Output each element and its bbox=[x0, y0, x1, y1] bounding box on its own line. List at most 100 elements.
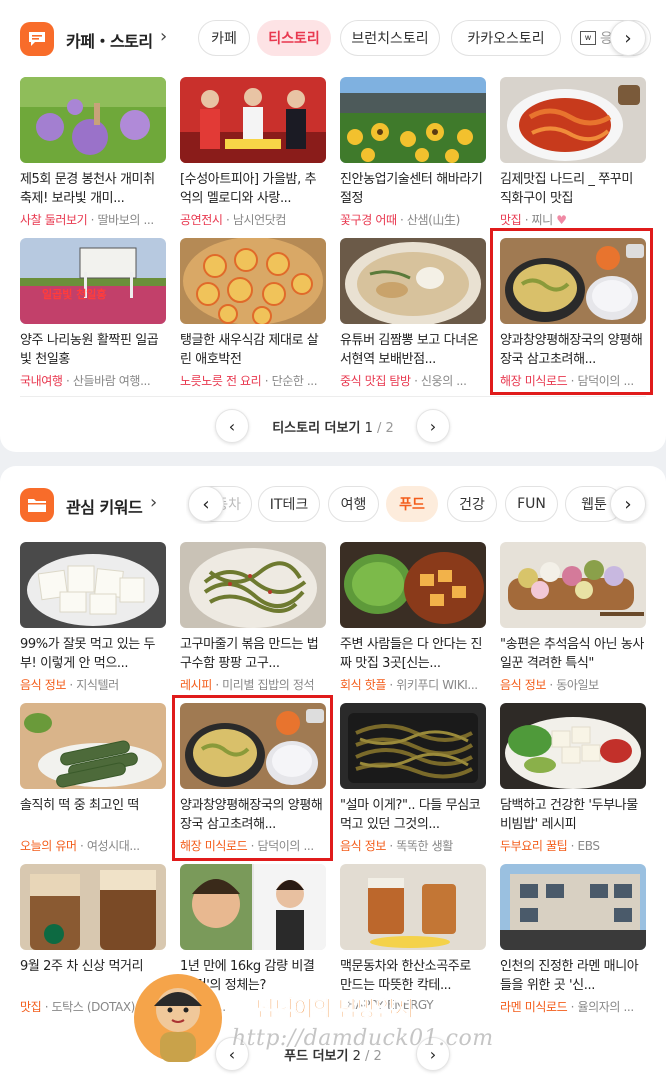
item-tag: 회식 핫플 bbox=[340, 678, 386, 692]
item-title: 인천의 진정한 라멘 매니아들을 위한 곳 '신... bbox=[500, 959, 639, 993]
item-source: 산샘(山生) bbox=[406, 213, 460, 227]
item-title: [수성아트피아] 가을밤, 추억의 멜로디와 사랑... bbox=[180, 172, 317, 206]
thumbnail bbox=[180, 864, 326, 950]
pager-total: / 2 bbox=[377, 421, 394, 436]
list-item[interactable]: 일곱빛 천일홍 양주 나리농원 활짝핀 일곱 빛 천일홍 국내여행 · 산들바람… bbox=[20, 238, 166, 389]
item-tag: 맛집 bbox=[500, 213, 522, 227]
list-item[interactable]: 담백하고 건강한 '두부나물 비빔밥' 레시피 두부요리 꿀팁 · EBS bbox=[500, 703, 646, 854]
thumbnail bbox=[20, 703, 166, 789]
item-tag: 레시피 bbox=[180, 678, 212, 692]
chip-fun[interactable]: FUN bbox=[505, 486, 558, 522]
pager-label: 푸드 더보기 bbox=[284, 1049, 349, 1064]
item-meta: 국내여행 · 산들바람 여행... bbox=[20, 374, 151, 388]
watermark-avatar-icon bbox=[134, 970, 222, 1066]
chip-cafe[interactable]: 카페 bbox=[198, 20, 250, 56]
thumbnail bbox=[180, 238, 326, 324]
item-title: 맥문동차와 한산소곡주로 만드는 따뜻한 칵테... bbox=[340, 959, 471, 993]
next-chips-button[interactable]: › bbox=[610, 20, 646, 56]
chip-travel[interactable]: 여행 bbox=[328, 486, 379, 522]
item-source: 위키푸디 WIKI... bbox=[396, 678, 478, 692]
item-meta: 맛집 · 찌니 ♥ bbox=[500, 213, 567, 227]
list-item[interactable]: 제5회 문경 봉천사 개미취 축제! 보라빛 개미... 사찰 둘러보기 · 딸… bbox=[20, 77, 166, 228]
item-title: 담백하고 건강한 '두부나물 비빔밥' 레시피 bbox=[500, 798, 638, 832]
list-item[interactable]: 김제맛집 나드리 _ 쭈꾸미 직화구이 맛집 맛집 · 찌니 ♥ bbox=[500, 77, 646, 228]
item-title: 주변 사람들은 다 안다는 진짜 맛집 3곳[신는... bbox=[340, 637, 483, 671]
item-tag: 중식 맛집 탐방 bbox=[340, 374, 411, 388]
thumbnail bbox=[500, 77, 646, 163]
chip-it[interactable]: IT테크 bbox=[258, 486, 320, 522]
interest-keyword-section: 관심 키워드 › 동차 ‹ IT테크 여행 푸드 건강 FUN 웹툰 › 99%… bbox=[0, 466, 666, 1080]
item-tag: 맛집 bbox=[20, 1000, 42, 1014]
item-meta: 중식 맛집 탐방 · 신웅의 ... bbox=[340, 374, 467, 388]
watermark-url: http://damduck01.com bbox=[232, 1026, 494, 1051]
list-item[interactable]: [수성아트피아] 가을밤, 추억의 멜로디와 사랑... 공연전시 · 남시언닷… bbox=[180, 77, 326, 228]
list-item[interactable]: "송편은 추석음식 아닌 농사일꾼 격려한 특식" 음식 정보 · 동아일보 bbox=[500, 542, 646, 693]
list-item[interactable]: 탱글한 새우식감 제대로 살린 애호박전 노릇노릇 전 요리 · 단순한 ... bbox=[180, 238, 326, 389]
chip-tistory[interactable]: 티스토리 bbox=[257, 20, 331, 56]
pager-total: / 2 bbox=[365, 1049, 382, 1064]
list-item[interactable]: 유튜버 김짬뽕 보고 다녀온 서현역 보배반점... 중식 맛집 탐방 · 신웅… bbox=[340, 238, 486, 389]
item-tag: 라멘 미식로드 bbox=[500, 1000, 568, 1014]
item-title: 솔직히 떡 중 최고인 떡 bbox=[20, 798, 139, 813]
list-item[interactable]: 주변 사람들은 다 안다는 진짜 맛집 3곳[신는... 회식 핫플 · 위키푸… bbox=[340, 542, 486, 693]
item-tag: 노릇노릇 전 요리 bbox=[180, 374, 262, 388]
list-item[interactable]: 솔직히 떡 중 최고인 떡 오늘의 유머 · 여성시대... bbox=[20, 703, 166, 854]
section-title[interactable]: 관심 키워드 bbox=[66, 494, 143, 518]
category-chips: 카페 티스토리 브런치스토리 카카오스토리 w 응 › bbox=[196, 20, 666, 58]
chip-food[interactable]: 푸드 bbox=[386, 486, 438, 522]
svg-text:일곱빛 천일홍: 일곱빛 천일홍 bbox=[42, 287, 107, 301]
item-source: 찌니 bbox=[531, 213, 554, 227]
item-source: 똑똑한 생활 bbox=[396, 839, 453, 853]
list-item[interactable]: 인천의 진정한 라멘 매니아들을 위한 곳 '신... 라멘 미식로드 · 율의… bbox=[500, 864, 646, 1015]
pager-text[interactable]: 티스토리 더보기 1 / 2 bbox=[0, 417, 666, 436]
item-title: 고구마줄기 볶음 만드는 법 구수함 팡팡 고구... bbox=[180, 637, 319, 671]
item-meta: 공연전시 · 남시언닷컴 bbox=[180, 213, 287, 227]
next-page-button[interactable]: › bbox=[416, 409, 450, 443]
item-tag: 공연전시 bbox=[180, 213, 223, 227]
item-tag: 사찰 둘러보기 bbox=[20, 213, 88, 227]
thumbnail bbox=[500, 703, 646, 789]
item-title: 제5회 문경 봉천사 개미취 축제! 보라빛 개미... bbox=[20, 172, 155, 206]
thumbnail bbox=[340, 77, 486, 163]
thumbnail: 일곱빛 천일홍 bbox=[20, 238, 166, 324]
item-meta: 라멘 미식로드 · 율의자의 ... bbox=[500, 1000, 634, 1014]
highlight-box bbox=[172, 695, 333, 861]
chip-health[interactable]: 건강 bbox=[447, 486, 497, 522]
list-item[interactable]: "설마 이게?".. 다들 무심코 먹고 있던 그것의... 음식 정보 · 똑… bbox=[340, 703, 486, 854]
chevron-right-icon[interactable]: › bbox=[150, 492, 157, 513]
item-source: 신웅의 ... bbox=[420, 374, 467, 388]
chevron-right-icon[interactable]: › bbox=[160, 26, 167, 47]
next-chips-button[interactable]: › bbox=[610, 486, 646, 522]
item-source: 미리별 집밥의 정석 bbox=[222, 678, 315, 692]
item-meta: 두부요리 꿀팁 · EBS bbox=[500, 839, 600, 853]
item-source: 단순한 ... bbox=[271, 374, 318, 388]
cafe-story-section: 카페・스토리 › 카페 티스토리 브런치스토리 카카오스토리 w 응 › 제5회… bbox=[0, 0, 666, 452]
item-tag: 두부요리 꿀팁 bbox=[500, 839, 568, 853]
list-item[interactable]: 진안농업기술센터 해바라기 절정 꽃구경 어때 · 산샘(山生) bbox=[340, 77, 486, 228]
pager-current: 1 bbox=[364, 421, 373, 436]
pager-current: 2 bbox=[352, 1049, 361, 1064]
watermark-name: 담덕이의 탐방일지 bbox=[256, 997, 414, 1022]
category-chips: 동차 ‹ IT테크 여행 푸드 건강 FUN 웹툰 › bbox=[186, 486, 666, 524]
thumbnail bbox=[180, 77, 326, 163]
item-source: 동아일보 bbox=[556, 678, 599, 692]
list-item[interactable]: 99%가 잘못 먹고 있는 두부! 이렇게 안 먹으... 음식 정보 · 지식… bbox=[20, 542, 166, 693]
item-source: 도탁스 (DOTAX) bbox=[51, 1000, 136, 1014]
chip-brunch[interactable]: 브런치스토리 bbox=[340, 20, 440, 56]
thumbnail bbox=[20, 864, 166, 950]
item-source: 지식텔러 bbox=[76, 678, 119, 692]
item-meta: 꽃구경 어때 · 산샘(山生) bbox=[340, 213, 460, 227]
thumbnail bbox=[340, 238, 486, 324]
section-title[interactable]: 카페・스토리 bbox=[66, 28, 153, 52]
prev-chips-button[interactable]: ‹ bbox=[188, 486, 224, 522]
item-meta: 사찰 둘러보기 · 딸바보의 ... bbox=[20, 213, 154, 227]
item-source: 산들바람 여행... bbox=[72, 374, 151, 388]
list-item[interactable]: 고구마줄기 볶음 만드는 법 구수함 팡팡 고구... 레시피 · 미리별 집밥… bbox=[180, 542, 326, 693]
item-meta: 오늘의 유머 · 여성시대... bbox=[20, 839, 140, 853]
tw-icon: w bbox=[580, 31, 596, 45]
thumbnail bbox=[500, 864, 646, 950]
list-item[interactable]: 맥문동차와 한산소곡주로 만드는 따뜻한 칵테... · HAPPY ENERG… bbox=[340, 864, 486, 1012]
item-title: 양주 나리농원 활짝핀 일곱 빛 천일홍 bbox=[20, 333, 159, 367]
thumbnail bbox=[500, 542, 646, 628]
chip-kakaostory[interactable]: 카카오스토리 bbox=[451, 20, 561, 56]
